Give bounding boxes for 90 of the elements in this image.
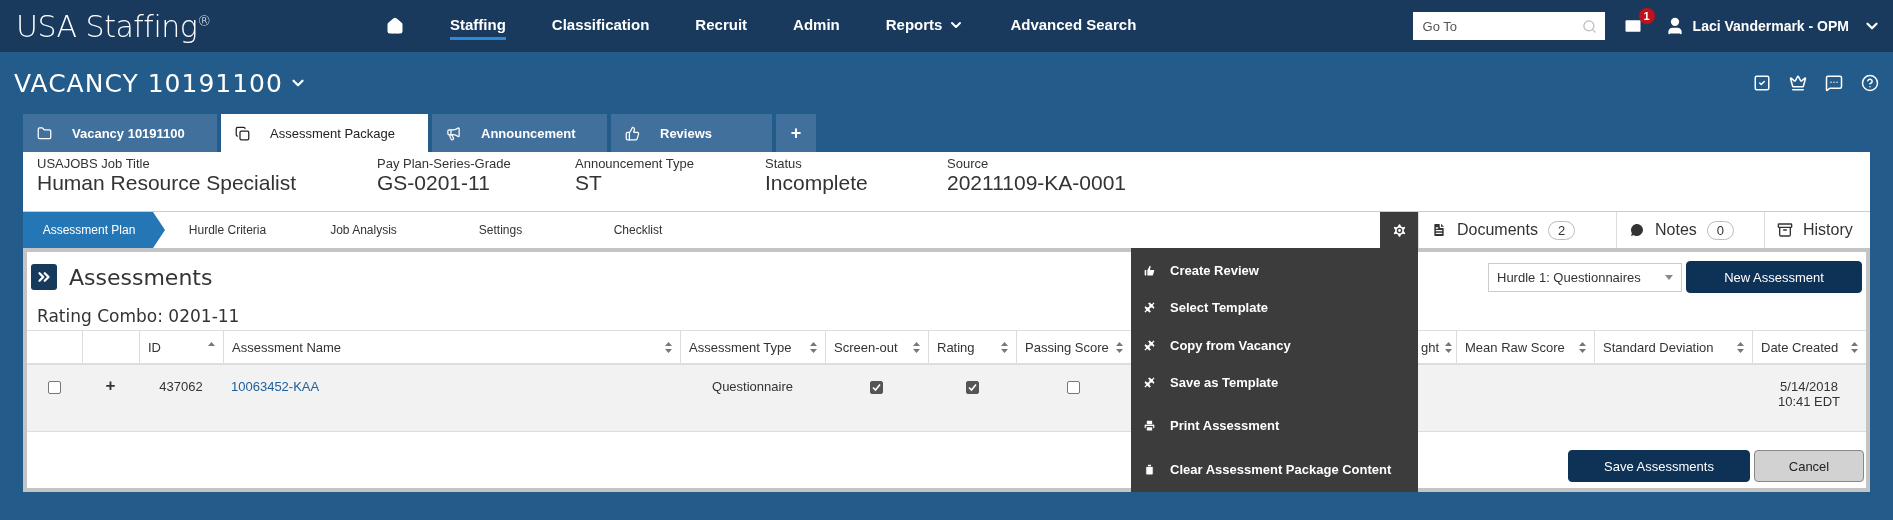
menu-item[interactable]: Save as Template: [1131, 364, 1418, 402]
column-header[interactable]: Rating: [928, 331, 1016, 363]
rating-combo: Rating Combo: 0201-11: [36, 305, 241, 328]
nav-item[interactable]: Classification: [551, 12, 650, 40]
home-icon[interactable]: [386, 17, 404, 35]
settings-button[interactable]: [1380, 212, 1418, 248]
column-header[interactable]: ID: [139, 331, 223, 363]
checkbox[interactable]: [965, 381, 979, 394]
menu-item[interactable]: Create Review: [1131, 252, 1418, 290]
expand-icon[interactable]: [31, 264, 57, 290]
new-assessment-button[interactable]: New Assessment: [1686, 261, 1862, 293]
caret-icon: [1665, 274, 1673, 280]
menu-item[interactable]: Print Assessment: [1131, 407, 1418, 445]
menu-item[interactable]: Select Template: [1131, 289, 1418, 327]
nav-item[interactable]: Admin: [793, 12, 840, 40]
column-header[interactable]: Assessment Type: [680, 331, 825, 363]
nav-item[interactable]: Staffing: [450, 12, 506, 40]
sort-icon[interactable]: [1579, 341, 1586, 353]
toolbar-link[interactable]: Documents 2: [1418, 212, 1616, 248]
toolbar-link[interactable]: History: [1764, 212, 1870, 248]
sort-icon[interactable]: [1001, 341, 1008, 353]
table-cell: Questionnaire: [712, 379, 793, 394]
field-value: 20211109-KA-0001: [947, 171, 1128, 195]
column-header[interactable]: Standard Deviation: [1594, 331, 1752, 363]
sort-icon[interactable]: [1851, 341, 1858, 353]
field-value: Human Resource Specialist: [37, 171, 298, 195]
thumbs-up-icon: [625, 125, 640, 141]
expand-toggle[interactable]: +: [105, 376, 116, 396]
table-cell: 437062: [159, 379, 203, 394]
trash-icon: [1143, 462, 1156, 476]
speech-bubble-icon: [1629, 222, 1645, 238]
goto-field[interactable]: Go To: [1412, 12, 1605, 40]
nav-item[interactable]: Reports: [885, 12, 965, 40]
sort-icon[interactable]: [1737, 341, 1744, 353]
user-menu[interactable]: Laci Vandermark - OPM: [1692, 18, 1849, 34]
column-header[interactable]: Assessment Name: [223, 331, 680, 363]
field-value: GS-0201-11: [377, 171, 491, 195]
crown-icon[interactable]: [1789, 74, 1807, 92]
notification-badge: 1: [1638, 8, 1655, 24]
sort-icon[interactable]: [913, 341, 920, 353]
printer-icon: [1143, 419, 1156, 433]
archive-icon: [1777, 222, 1793, 238]
sort-icon[interactable]: [1445, 341, 1452, 353]
field-label: Source: [947, 156, 990, 171]
field-label: Announcement Type: [575, 156, 695, 171]
table-cell-text: 5/14/2018 10:41 EDT: [1776, 379, 1842, 409]
megaphone-icon: [446, 125, 461, 141]
assessment-link[interactable]: 10063452-KAA: [231, 379, 320, 394]
thumbs-up-icon: [1143, 264, 1156, 278]
field-value: ST: [575, 171, 603, 195]
comment-icon[interactable]: [1825, 74, 1843, 92]
cancel-button[interactable]: Cancel: [1754, 450, 1864, 482]
column-header[interactable]: Passing Score: [1016, 331, 1131, 363]
field-label: Status: [765, 156, 803, 171]
tab[interactable]: Assessment Package: [221, 114, 428, 152]
add-tab[interactable]: +: [776, 114, 816, 152]
sort-icon[interactable]: [1116, 341, 1123, 353]
vacancy-title[interactable]: VACANCY 10191100: [14, 68, 307, 98]
checkbox[interactable]: [870, 381, 883, 394]
puzzle-icon: [1143, 338, 1156, 352]
tab[interactable]: Announcement: [432, 114, 607, 152]
sort-icon[interactable]: [810, 341, 817, 353]
checkbox[interactable]: [48, 381, 61, 394]
column-header[interactable]: Date Created: [1752, 331, 1866, 363]
checkbox[interactable]: [1067, 381, 1080, 394]
settings-icon: [1390, 221, 1408, 239]
save-button[interactable]: Save Assessments: [1568, 450, 1750, 482]
files-icon: [235, 125, 250, 141]
column-header[interactable]: Screen-out: [825, 331, 928, 363]
logo[interactable]: USA Staffing$^{®}$: [16, 8, 386, 44]
sort-icon[interactable]: [665, 341, 672, 353]
checklist-icon[interactable]: [1753, 74, 1771, 92]
help-icon[interactable]: [1861, 74, 1879, 92]
folder-icon: [37, 125, 52, 141]
toolbar-link[interactable]: Notes 0: [1616, 212, 1764, 248]
field-value: Incomplete: [765, 171, 869, 195]
panel-title: Assessments: [69, 264, 213, 290]
menu-item[interactable]: Clear Assessment Package Content: [1131, 450, 1418, 488]
tab[interactable]: Vacancy 10191100: [23, 114, 217, 152]
nav-item[interactable]: Advanced Search: [1010, 12, 1137, 40]
field-label: USAJOBS Job Title: [37, 156, 151, 171]
document-icon: [1431, 222, 1447, 238]
field-label: Pay Plan-Series-Grade: [377, 156, 512, 171]
hurdle-select[interactable]: Hurdle 1: Questionnaires: [1488, 262, 1682, 292]
puzzle-icon: [1143, 376, 1156, 390]
step[interactable]: Assessment Plan: [23, 212, 165, 248]
nav-item[interactable]: Recruit: [695, 12, 748, 40]
puzzle-icon: [1143, 301, 1156, 315]
tab[interactable]: Reviews: [611, 114, 772, 152]
column-header[interactable]: Mean Raw Score: [1456, 331, 1594, 363]
